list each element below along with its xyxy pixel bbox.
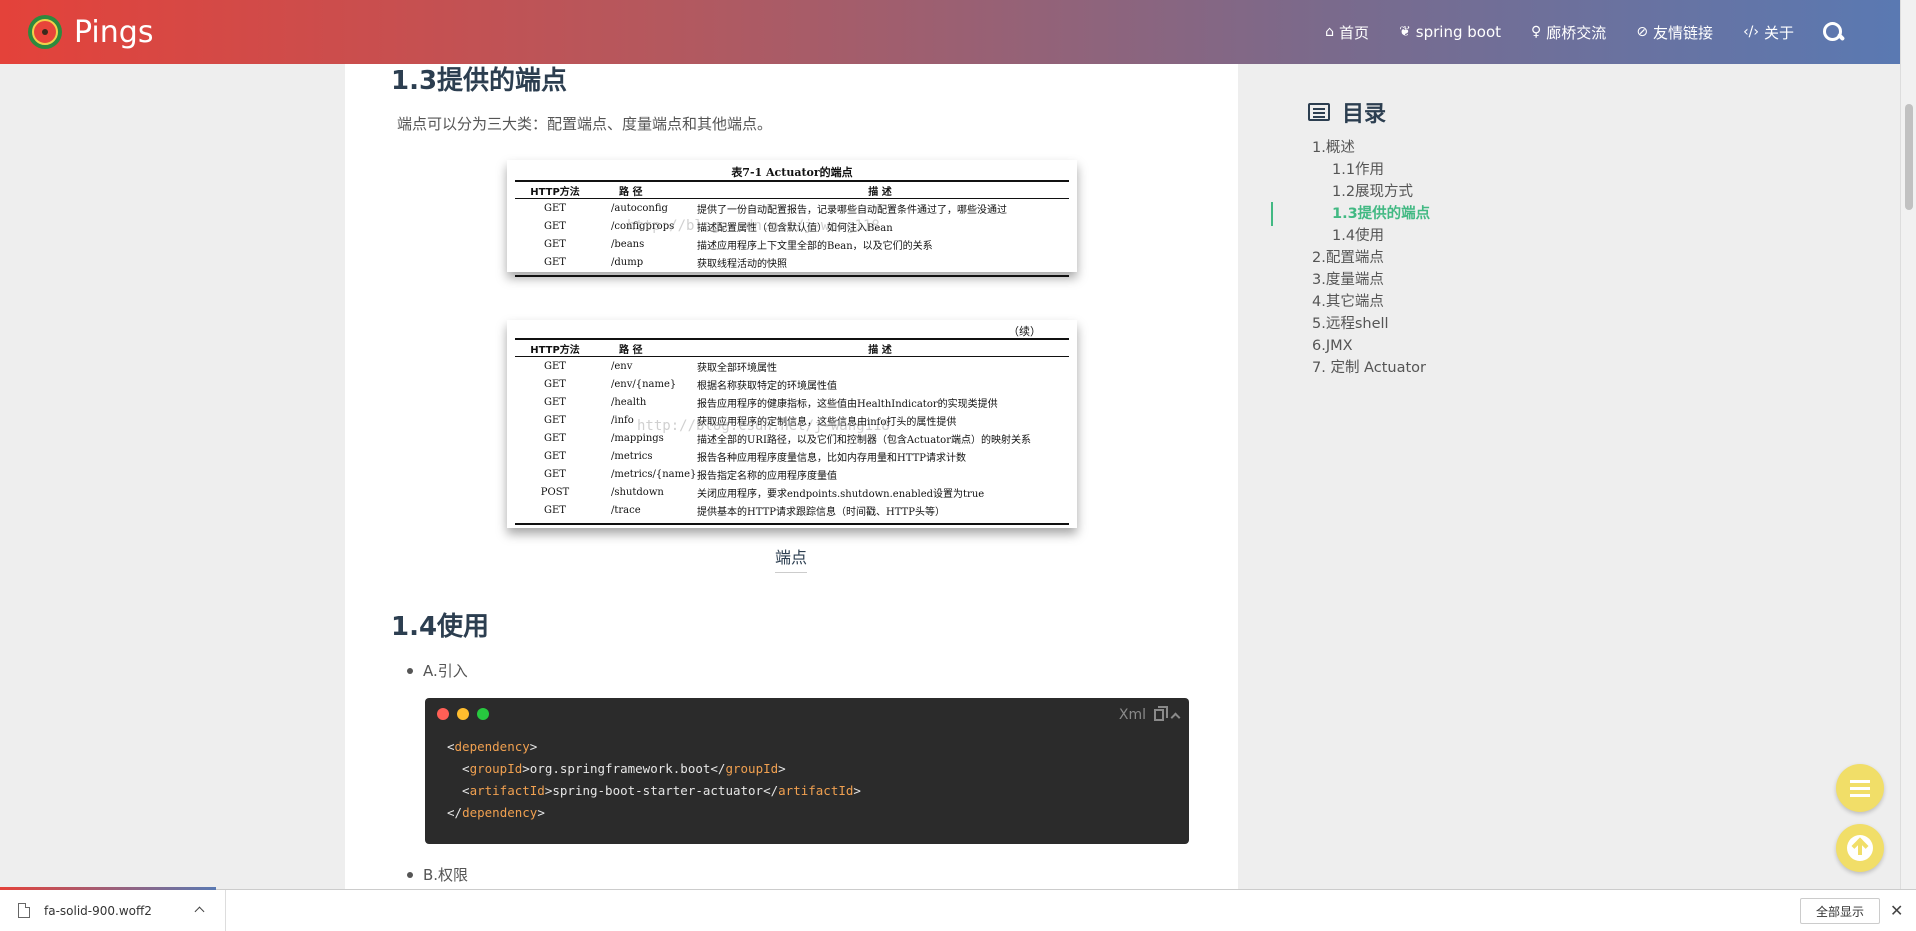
endpoint-table-image-1: 表7-1 Actuator的端点 HTTP方法 路 径 描 述 GET/auto… bbox=[507, 160, 1077, 277]
toc-item[interactable]: 5.远程shell bbox=[1312, 313, 1430, 335]
intro-paragraph: 端点可以分为三大类：配置端点、度量端点和其他端点。 bbox=[397, 115, 773, 133]
toc-title: 目录 bbox=[1308, 96, 1386, 128]
table-row: GET/metrics/{name} 报告指定名称的应用程序度量值 bbox=[544, 468, 837, 482]
table-row: GET/metrics 报告各种应用程序度量信息，比如内存用量和HTTP请求计数 bbox=[544, 450, 966, 464]
toc-item[interactable]: 1.4使用 bbox=[1312, 225, 1430, 247]
toc-item[interactable]: 1.概述 bbox=[1312, 137, 1430, 159]
table-row: GET/info 获取应用程序的定制信息，这些信息由info打头的属性提供 bbox=[544, 414, 957, 428]
toc-active-marker bbox=[1271, 202, 1273, 226]
table-row: GET/beans 描述应用程序上下文里全部的Bean，以及它们的关系 bbox=[544, 238, 933, 252]
table-row: GET/configprops 描述配置属性（包含默认值）如何注入Bean bbox=[544, 220, 893, 234]
nav-home[interactable]: ⌂ 首页 bbox=[1325, 22, 1369, 43]
download-filename: fa-solid-900.woff2 bbox=[44, 903, 152, 918]
table-row: GET/dump 获取线程活动的快照 bbox=[544, 256, 787, 270]
toc-item[interactable]: 1.1作用 bbox=[1312, 159, 1430, 181]
table-row: GET/env 获取全部环境属性 bbox=[544, 360, 777, 374]
nav-about[interactable]: ‹/› 关于 bbox=[1743, 22, 1794, 43]
article-content: 1.3提供的端点 端点可以分为三大类：配置端点、度量端点和其他端点。 表7-1 … bbox=[345, 64, 1238, 889]
main-nav: ⌂ 首页 ❦ spring boot ♀ 廊桥交流 ⊘ 友情链接 ‹/› 关于 bbox=[1295, 0, 1844, 64]
brand-logo-link[interactable]: Pings bbox=[28, 15, 153, 50]
arrow-up-icon bbox=[1847, 835, 1873, 861]
list-item: B.权限 bbox=[407, 864, 468, 885]
table-row: GET/trace 提供基本的HTTP请求跟踪信息（时间戳、HTTP头等） bbox=[544, 504, 945, 518]
toc-item[interactable]: 7. 定制 Actuator bbox=[1312, 357, 1430, 379]
table-row: GET/mappings 描述全部的URI路径，以及它们和控制器（包含Actuat… bbox=[544, 432, 1031, 446]
watermelon-logo-icon bbox=[28, 15, 62, 49]
toc-toggle-button[interactable] bbox=[1836, 764, 1884, 812]
nav-spring-boot[interactable]: ❦ spring boot bbox=[1399, 23, 1501, 41]
table-row: GET/env/{name} 根据名称获取特定的环境属性值 bbox=[544, 378, 837, 392]
top-navbar: Pings ⌂ 首页 ❦ spring boot ♀ 廊桥交流 ⊘ 友情链接 ‹/› 关于 bbox=[0, 0, 1900, 64]
list-icon bbox=[1308, 103, 1330, 121]
table-title: 表7-1 Actuator的端点 bbox=[731, 166, 853, 179]
brand-name: Pings bbox=[74, 14, 154, 50]
show-all-button[interactable]: 全部显示 bbox=[1800, 898, 1880, 924]
link-icon: ⊘ bbox=[1636, 24, 1649, 40]
table-header-row: HTTP方法 路 径 描 述 bbox=[530, 186, 892, 198]
code-lines: <dependency> <groupId>org.springframewor… bbox=[447, 739, 861, 820]
table-header-row: HTTP方法 路 径 描 述 bbox=[530, 344, 892, 356]
file-icon bbox=[18, 903, 30, 918]
scrollbar-thumb[interactable] bbox=[1905, 104, 1913, 210]
endpoint-table-image-2: （续） HTTP方法 路 径 描 述 GET/env 获取全部环境属性 GET/e… bbox=[507, 320, 1077, 528]
nav-bridge-talk[interactable]: ♀ 廊桥交流 bbox=[1531, 22, 1606, 43]
lady-icon: ♀ bbox=[1531, 24, 1542, 40]
code-language-label: Xml bbox=[1118, 707, 1146, 723]
code-icon: ‹/› bbox=[1743, 24, 1759, 40]
continued-label: （续） bbox=[1008, 325, 1041, 338]
code-toolbar: Xml bbox=[1118, 706, 1181, 723]
home-icon: ⌂ bbox=[1325, 24, 1335, 40]
section-heading-usage: 1.4使用 bbox=[391, 612, 490, 642]
figure-caption: 端点 bbox=[775, 544, 808, 573]
download-shelf: fa-solid-900.woff2 全部显示 ✕ bbox=[0, 887, 1916, 931]
chevron-up-icon[interactable] bbox=[194, 906, 205, 917]
toc-item[interactable]: 4.其它端点 bbox=[1312, 291, 1430, 313]
toc-item[interactable]: 6.JMX bbox=[1312, 335, 1430, 357]
nav-friend-links[interactable]: ⊘ 友情链接 bbox=[1636, 22, 1713, 43]
table-row: POST/shutdown 关闭应用程序，要求endpoints.shutdown… bbox=[540, 486, 985, 500]
toc-item[interactable]: 2.配置端点 bbox=[1312, 247, 1430, 269]
toc-item[interactable]: 1.2展现方式 bbox=[1312, 181, 1430, 203]
table-of-contents: 1.概述 1.1作用 1.2展现方式 1.3提供的端点 1.4使用 2.配置端点… bbox=[1312, 137, 1430, 379]
window-dots bbox=[437, 708, 497, 720]
toc-item-active[interactable]: 1.3提供的端点 bbox=[1312, 203, 1430, 225]
copy-icon[interactable] bbox=[1154, 706, 1168, 721]
page-scrollbar[interactable] bbox=[1900, 0, 1916, 889]
back-to-top-button[interactable] bbox=[1836, 824, 1884, 872]
list-item: A.引入 bbox=[407, 660, 468, 681]
toc-item[interactable]: 3.度量端点 bbox=[1312, 269, 1430, 291]
search-icon[interactable] bbox=[1822, 21, 1844, 43]
download-item[interactable]: fa-solid-900.woff2 bbox=[0, 890, 226, 931]
table-row: GET/health 报告应用程序的健康指标，这些值由HealthIndicato… bbox=[544, 396, 998, 410]
collapse-chevron-icon[interactable] bbox=[1170, 712, 1181, 722]
close-icon[interactable]: ✕ bbox=[1890, 901, 1903, 920]
leaf-icon: ❦ bbox=[1399, 24, 1411, 40]
code-block: Xml <dependency> <groupId>org.springfram… bbox=[425, 698, 1189, 844]
table-row: GET/autoconfig 提供了一份自动配置报告，记录哪些自动配置条件通过了，… bbox=[544, 202, 1007, 216]
section-heading-endpoints: 1.3提供的端点 bbox=[391, 66, 568, 96]
